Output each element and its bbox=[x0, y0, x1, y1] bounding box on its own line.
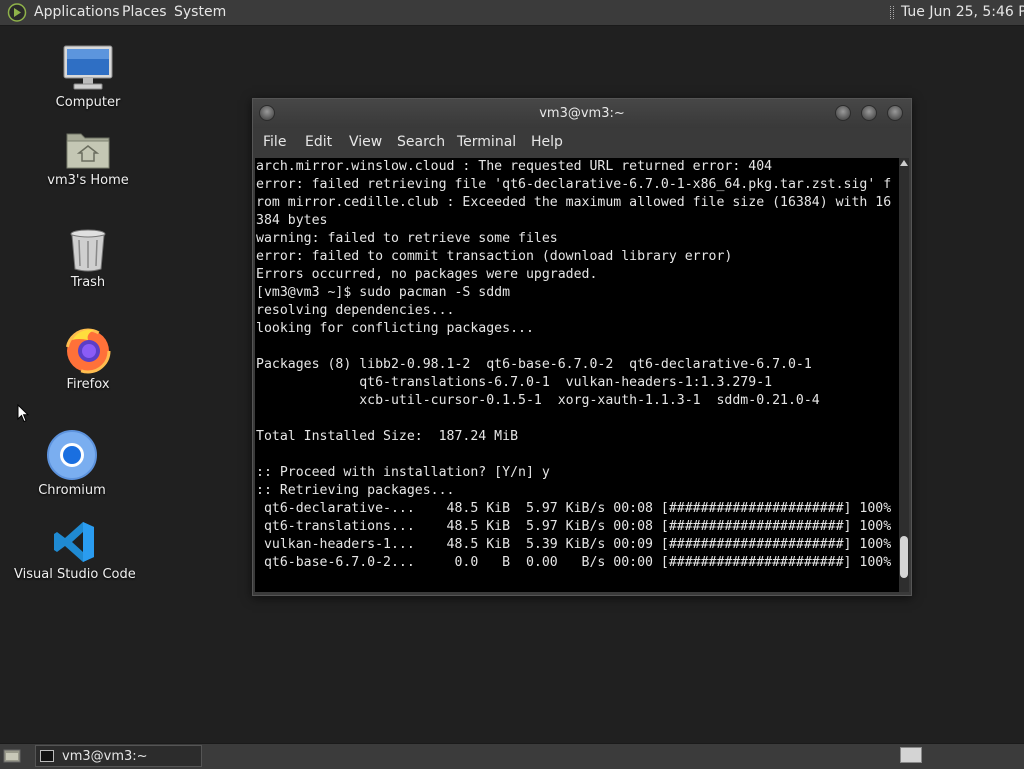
desktop-icon-trash[interactable]: Trash bbox=[28, 228, 148, 290]
desktop-icon-label: Computer bbox=[55, 95, 121, 110]
menu-terminal[interactable]: Terminal bbox=[457, 134, 516, 150]
terminal-menubar: File Edit View Search Terminal Help bbox=[253, 129, 911, 156]
terminal-icon bbox=[40, 750, 54, 762]
desktop-icon-label: Visual Studio Code bbox=[14, 567, 136, 582]
desktop-icon-firefox[interactable]: Firefox bbox=[28, 326, 148, 392]
maximize-button[interactable] bbox=[861, 105, 877, 121]
terminal-output: arch.mirror.winslow.cloud : The requeste… bbox=[256, 159, 892, 570]
desktop-icon-label: Trash bbox=[70, 275, 106, 290]
menu-file[interactable]: File bbox=[263, 134, 286, 150]
bottom-panel: vm3@vm3:~ bbox=[0, 743, 1024, 769]
chromium-icon bbox=[47, 430, 97, 480]
show-desktop-icon[interactable] bbox=[3, 748, 21, 764]
menu-search[interactable]: Search bbox=[397, 134, 445, 150]
minimize-button[interactable] bbox=[835, 105, 851, 121]
vscode-icon bbox=[54, 522, 94, 562]
terminal-window[interactable]: vm3@vm3:~ File Edit View Search Terminal… bbox=[252, 98, 912, 596]
taskbar-window-label: vm3@vm3:~ bbox=[62, 749, 148, 764]
window-titlebar[interactable]: vm3@vm3:~ bbox=[253, 99, 911, 128]
menu-edit[interactable]: Edit bbox=[305, 134, 332, 150]
menu-help[interactable]: Help bbox=[531, 134, 563, 150]
desktop-icon-computer[interactable]: Computer bbox=[28, 44, 148, 110]
menu-places[interactable]: Places bbox=[122, 4, 167, 20]
menu-applications[interactable]: Applications bbox=[34, 4, 120, 20]
desktop-icon-home[interactable]: vm3's Home bbox=[28, 128, 148, 188]
home-folder-icon bbox=[66, 133, 110, 169]
taskbar-window-terminal[interactable]: vm3@vm3:~ bbox=[35, 745, 202, 767]
window-title: vm3@vm3:~ bbox=[539, 106, 625, 121]
menu-system[interactable]: System bbox=[174, 4, 226, 20]
top-panel: Applications Places System Tue Jun 25, 5… bbox=[0, 0, 1024, 26]
desktop-icon-label: Firefox bbox=[66, 377, 110, 392]
vertical-scrollbar[interactable] bbox=[899, 158, 909, 592]
scroll-up-arrow-icon[interactable] bbox=[900, 160, 908, 166]
desktop-icon-chromium[interactable]: Chromium bbox=[12, 430, 132, 498]
desktop-icon-label: Chromium bbox=[38, 483, 106, 498]
applications-menu-icon[interactable] bbox=[7, 3, 27, 22]
panel-separator bbox=[890, 6, 894, 19]
trash-icon bbox=[70, 229, 106, 272]
mouse-pointer-icon bbox=[17, 404, 29, 423]
firefox-icon bbox=[65, 328, 111, 374]
desktop-icon-label: vm3's Home bbox=[47, 173, 129, 188]
workspace-switcher[interactable] bbox=[900, 747, 922, 763]
menu-view[interactable]: View bbox=[349, 134, 382, 150]
desktop-icon-vscode[interactable]: Visual Studio Code bbox=[14, 520, 136, 582]
clock[interactable]: Tue Jun 25, 5:46 PM bbox=[901, 4, 1024, 20]
terminal-output-area[interactable]: arch.mirror.winslow.cloud : The requeste… bbox=[255, 158, 899, 592]
close-button[interactable] bbox=[887, 105, 903, 121]
scrollbar-thumb[interactable] bbox=[900, 536, 908, 578]
computer-icon bbox=[63, 45, 113, 90]
